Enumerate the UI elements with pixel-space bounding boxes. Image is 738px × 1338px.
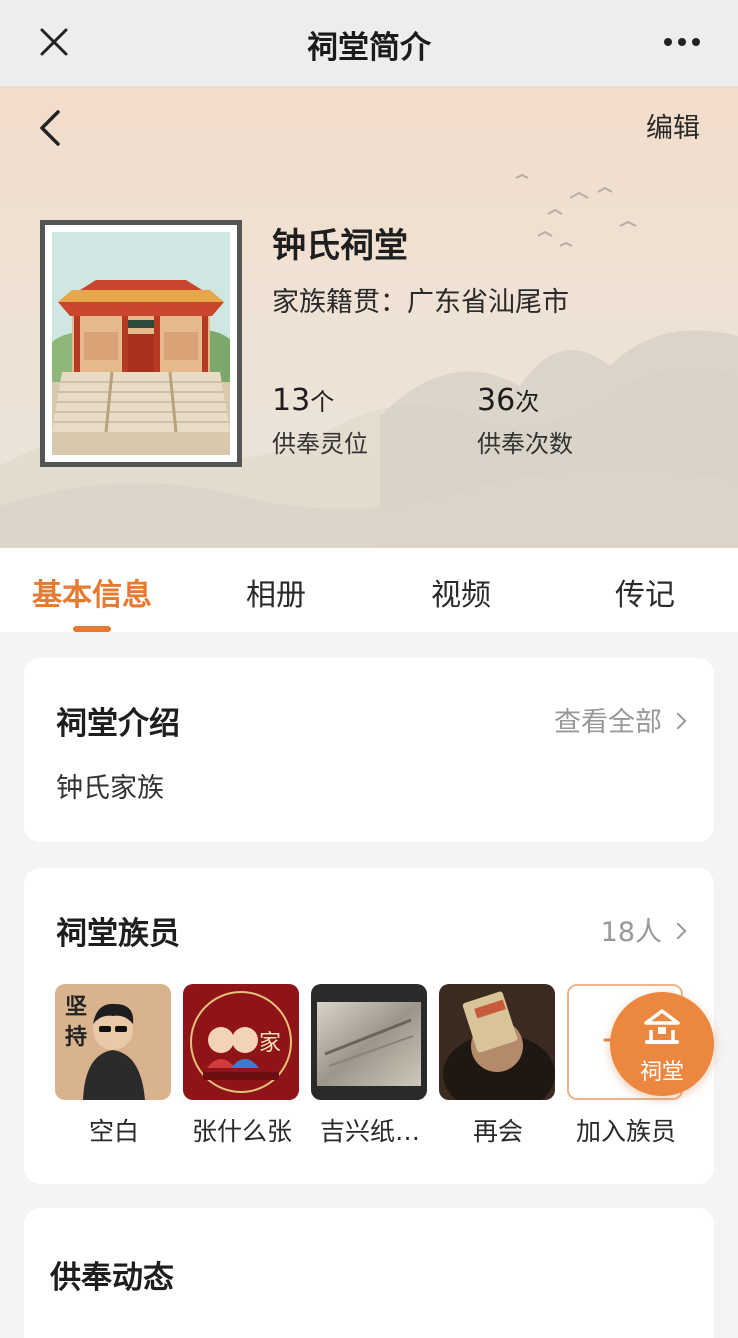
page-title: 祠堂简介 [307, 30, 431, 66]
tab-basic-info[interactable]: 基本信息 [32, 570, 152, 614]
top-navigation-bar: 祠堂简介 [0, 0, 738, 86]
member-name: 空白 [88, 1117, 139, 1146]
chevron-right-icon [669, 922, 687, 939]
view-all-label: 查看全部 [554, 707, 662, 738]
members-count: 18人 [600, 917, 662, 948]
stat-value: 36 [477, 383, 516, 418]
feed-title: 供奉动态 [50, 1260, 174, 1296]
hall-members-card: 祠堂族员 18人 坚 持 空白 家 张什么张 吉兴纸… 再会 加入族员 [24, 868, 714, 1184]
svg-text:坚: 坚 [65, 995, 87, 1020]
member-item[interactable]: 再会 [439, 984, 557, 1148]
add-member-label: 加入族员 [575, 1117, 676, 1146]
intro-title: 祠堂介绍 [56, 706, 180, 742]
offering-feed-card: 供奉动态 [24, 1208, 714, 1338]
members-title: 祠堂族员 [56, 916, 180, 952]
member-avatar [439, 984, 555, 1100]
member-item[interactable]: 坚 持 空白 [55, 984, 173, 1148]
active-tab-indicator [73, 626, 111, 632]
stat-offerings: 36次 供奉次数 [477, 382, 573, 459]
tab-video[interactable]: 视频 [431, 570, 491, 614]
tab-biography[interactable]: 传记 [615, 570, 675, 614]
svg-text:持: 持 [65, 1025, 87, 1050]
stat-label: 供奉次数 [477, 430, 573, 458]
stat-label: 供奉灵位 [272, 430, 368, 458]
member-name: 张什么张 [191, 1117, 292, 1146]
hall-cover-image [40, 220, 242, 467]
member-avatar [311, 984, 427, 1100]
stat-unit: 个 [310, 388, 335, 416]
more-dots-icon[interactable] [662, 30, 702, 54]
member-name: 吉兴纸… [319, 1117, 420, 1146]
hall-fab-button[interactable]: 祠堂 [610, 992, 714, 1096]
back-arrow-icon[interactable] [34, 108, 66, 148]
section-tabs: 基本信息 相册 视频 传记 [0, 548, 738, 632]
hall-intro-card: 祠堂介绍 查看全部 钟氏家族 [24, 658, 714, 842]
member-item[interactable]: 家 张什么张 [183, 984, 301, 1148]
chevron-right-icon [669, 712, 687, 729]
member-name: 再会 [472, 1117, 523, 1146]
stat-tablets: 13个 供奉灵位 [272, 382, 368, 459]
member-avatar: 家 [183, 984, 299, 1100]
temple-icon [644, 1009, 680, 1044]
intro-text: 钟氏家族 [56, 773, 164, 804]
stat-value: 13 [272, 383, 311, 418]
members-count-link[interactable]: 18人 [600, 910, 687, 949]
svg-text:家: 家 [259, 1031, 281, 1056]
fab-label: 祠堂 [639, 1060, 684, 1085]
member-item[interactable]: 吉兴纸… [311, 984, 429, 1148]
tab-album[interactable]: 相册 [246, 570, 306, 614]
view-all-link[interactable]: 查看全部 [554, 700, 687, 739]
family-origin: 家族籍贯：广东省汕尾市 [272, 287, 569, 318]
stat-unit: 次 [515, 388, 540, 416]
edit-button[interactable]: 编辑 [646, 106, 700, 145]
hall-name: 钟氏祠堂 [272, 226, 408, 266]
member-avatar: 坚 持 [55, 984, 171, 1100]
hall-header: 编辑 钟氏祠堂 家族籍贯：广东省汕尾市 13个 供奉灵位 36次 供奉次数 [0, 86, 738, 548]
